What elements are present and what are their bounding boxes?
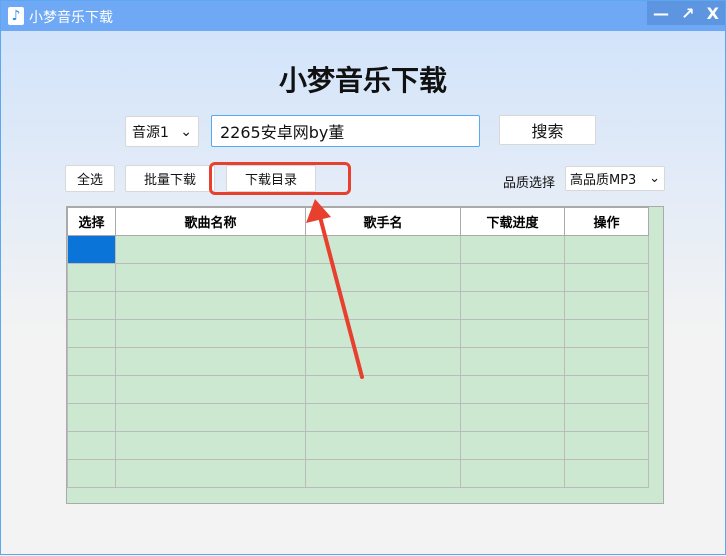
app-window: ♪ 小梦音乐下载 — ↗ X 小梦音乐下载 音源1 ⌄ 2265安卓网by董 搜… bbox=[0, 0, 726, 555]
annotation-arrow bbox=[306, 199, 364, 379]
